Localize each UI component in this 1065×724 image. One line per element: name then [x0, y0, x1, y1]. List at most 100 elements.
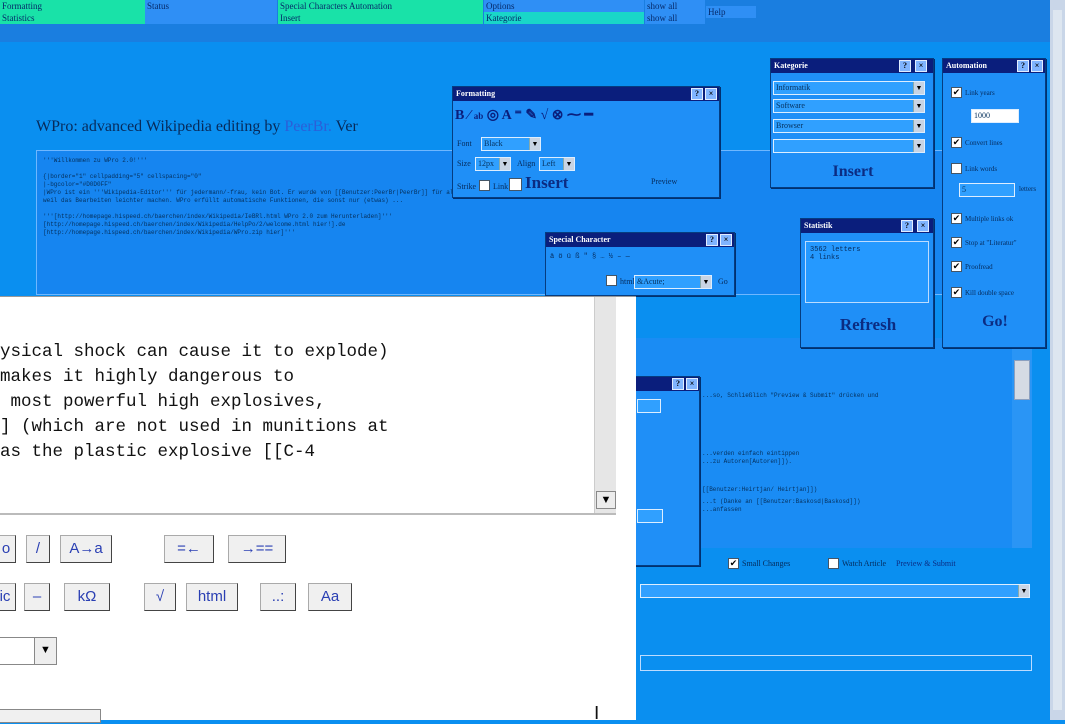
size-dropdown[interactable]: 12px ▼ — [475, 157, 511, 171]
wiki-line: weil das Bearbeiten leichter machen. WPr… — [43, 197, 404, 204]
close-icon[interactable]: × — [705, 88, 717, 100]
convert-lines-label: Convert lines — [965, 139, 1003, 147]
toolbar-button-bold[interactable]: o — [0, 535, 16, 563]
kategorie-dropdown-4[interactable]: ▼ — [773, 139, 925, 153]
toolbar-button-html[interactable]: html — [186, 583, 238, 611]
editor-line: most powerful high explosives, — [0, 392, 326, 412]
kill-double-space-checkbox[interactable]: ✔ — [951, 287, 962, 298]
stop-at-literatur-checkbox[interactable]: ✔ — [951, 237, 962, 248]
proofread-checkbox[interactable]: ✔ — [951, 261, 962, 272]
kategorie-dropdown-3[interactable]: Browser ▼ — [773, 119, 925, 133]
html-label: html — [620, 277, 635, 286]
preview-button[interactable]: Preview — [651, 177, 677, 186]
special-character-panel-header: Special Character ? × — [546, 233, 734, 247]
title-suffix: Ver — [331, 118, 358, 135]
insert-format-button[interactable]: Insert — [525, 173, 568, 193]
menu-status[interactable]: Status — [145, 0, 277, 24]
close-icon[interactable]: × — [720, 234, 732, 246]
entity-dropdown[interactable]: &Acute; ▼ — [634, 275, 712, 289]
link-words-label: Link words — [965, 165, 998, 173]
link-words-checkbox[interactable] — [951, 163, 962, 174]
watch-article-checkbox[interactable] — [828, 558, 839, 569]
chevron-down-icon: ▼ — [1018, 585, 1029, 597]
toolbar-button-punctuation[interactable]: ..: — [260, 583, 296, 611]
statistik-panel-title: Statistik — [804, 221, 833, 230]
year-input[interactable]: 1000 — [971, 109, 1019, 123]
automation-panel: Automation ? × ✔ Link years 1000 ✔ Conve… — [942, 58, 1046, 348]
size-value: 12px — [478, 159, 494, 168]
special-chars-row[interactable]: ä ö ü ß " § … ½ – — — [550, 253, 630, 261]
page-scrollbar[interactable] — [1050, 0, 1065, 720]
menu-insert[interactable]: Insert — [278, 12, 483, 24]
menu-options[interactable]: Options — [484, 0, 644, 12]
multiple-links-checkbox[interactable]: ✔ — [951, 213, 962, 224]
toolbar-button-unit[interactable]: kΩ — [64, 583, 110, 611]
menu-help[interactable]: Help — [706, 6, 756, 18]
menu-statistics[interactable]: Statistics — [0, 12, 145, 24]
toolbar-button-heading-right[interactable]: →== — [228, 535, 286, 563]
strike-checkbox[interactable] — [479, 180, 490, 191]
chevron-down-icon: ▼ — [34, 638, 56, 664]
editor-select[interactable]: ▼ — [0, 637, 57, 665]
convert-lines-checkbox[interactable]: ✔ — [951, 137, 962, 148]
help-icon[interactable]: ? — [706, 234, 718, 246]
toolbar-button-heading-left[interactable]: =← — [164, 535, 214, 563]
hidden-dropdown[interactable] — [637, 399, 661, 413]
hidden-input[interactable] — [637, 509, 663, 523]
close-icon[interactable]: × — [686, 378, 698, 390]
editor-partial-button[interactable] — [0, 709, 101, 723]
toolbar-button-lowercase[interactable]: A→a — [60, 535, 112, 563]
toolbar-button-italic[interactable]: / — [26, 535, 50, 563]
kategorie-dropdown-1[interactable]: Informatik ▼ — [773, 81, 925, 95]
kategorie-panel-title: Kategorie — [774, 61, 808, 70]
small-changes-checkbox[interactable]: ✔ — [728, 558, 739, 569]
chevron-down-icon: ▼ — [913, 82, 924, 94]
menu-formatting[interactable]: Formatting — [0, 0, 145, 12]
toolbar-button-dash[interactable]: – — [24, 583, 50, 611]
close-icon[interactable]: × — [1031, 60, 1043, 72]
automation-go-button[interactable]: Go! — [943, 313, 1047, 331]
scroll-thumb[interactable] — [1014, 360, 1030, 400]
help-icon[interactable]: ? — [1017, 60, 1029, 72]
chevron-down-icon: ▼ — [913, 120, 924, 132]
align-dropdown[interactable]: Left ▼ — [539, 157, 575, 171]
menu-special-characters-automation[interactable]: Special Characters Automation — [278, 0, 483, 12]
words-input[interactable]: 5 — [959, 183, 1015, 197]
menu-show-all-2[interactable]: show all — [645, 12, 705, 24]
help-icon[interactable]: ? — [901, 220, 913, 232]
lower-scrollbar[interactable] — [1012, 338, 1032, 548]
help-icon[interactable]: ? — [672, 378, 684, 390]
menu-show-all-1[interactable]: show all — [645, 0, 705, 12]
close-icon[interactable]: × — [915, 60, 927, 72]
toolbar-button-case[interactable]: Aa — [308, 583, 352, 611]
editor-divider — [0, 513, 616, 515]
formatting-toolbar[interactable]: B ⁄ ab ◎ A ⁼ ✎ √ ⊗ ⁓ ━ — [455, 107, 715, 127]
go-label[interactable]: Go — [718, 277, 728, 286]
letters-label: letters — [1019, 185, 1037, 193]
kategorie-panel-header: Kategorie ? × — [771, 59, 933, 73]
kill-double-space-label: Kill double space — [965, 289, 1014, 297]
kategorie-dropdown-2[interactable]: Software ▼ — [773, 99, 925, 113]
title-author-link[interactable]: PeerBr. — [284, 118, 332, 135]
close-icon[interactable]: × — [917, 220, 929, 232]
refresh-button[interactable]: Refresh — [801, 315, 935, 335]
editor-scrollbar[interactable]: ▼ — [594, 297, 616, 513]
scroll-down-icon[interactable]: ▼ — [596, 491, 616, 509]
menu-kategorie[interactable]: Kategorie — [484, 12, 644, 24]
link-checkbox[interactable] — [509, 178, 522, 191]
chevron-down-icon: ▼ — [913, 100, 924, 112]
link-years-checkbox[interactable]: ✔ — [951, 87, 962, 98]
html-checkbox[interactable] — [606, 275, 617, 286]
help-icon[interactable]: ? — [899, 60, 911, 72]
automation-panel-header: Automation ? × — [943, 59, 1045, 73]
summary-dropdown[interactable]: ▼ — [640, 584, 1030, 598]
toolbar-button-ic[interactable]: ic — [0, 583, 16, 611]
chevron-down-icon: ▼ — [913, 140, 924, 152]
summary-input[interactable] — [640, 655, 1032, 671]
toolbar-button-sqrt[interactable]: √ — [144, 583, 176, 611]
kategorie-insert-button[interactable]: Insert — [771, 163, 935, 181]
preview-submit-button[interactable]: Preview & Submit — [896, 559, 956, 568]
font-dropdown[interactable]: Black ▼ — [481, 137, 541, 151]
help-icon[interactable]: ? — [691, 88, 703, 100]
article-textarea[interactable]: ysical shock can cause it to explode) ma… — [0, 297, 594, 513]
